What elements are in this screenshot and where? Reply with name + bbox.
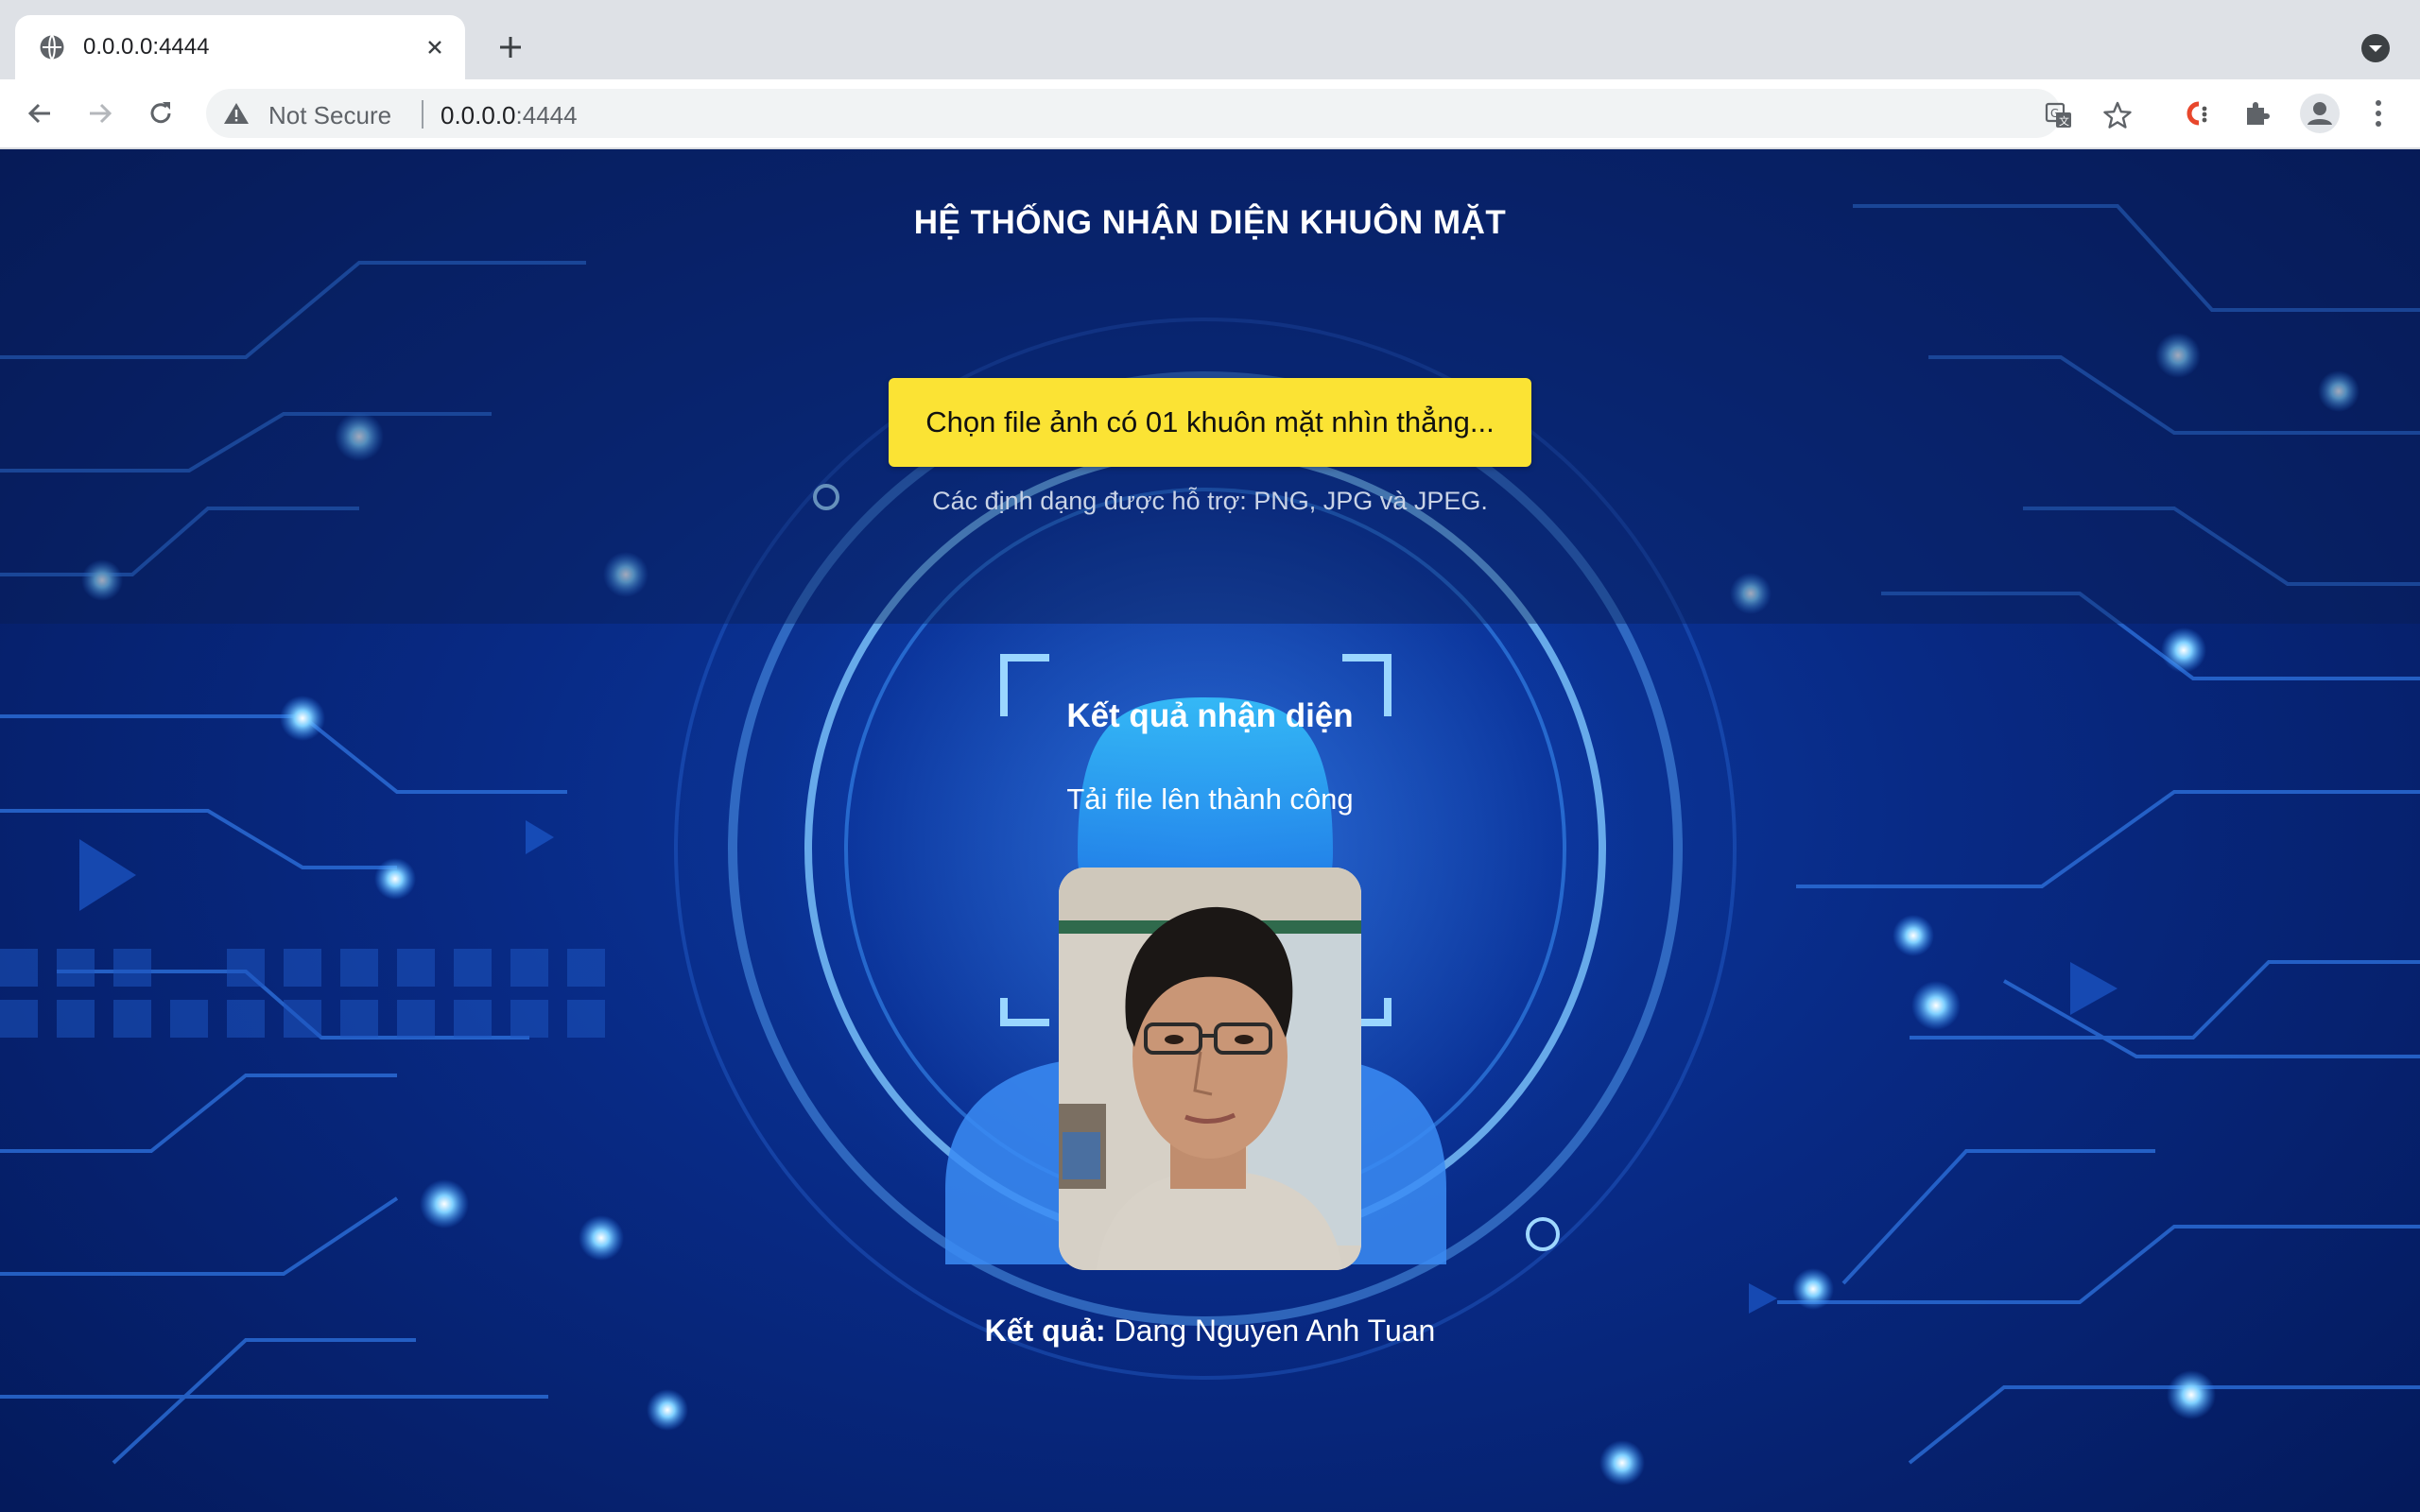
- close-icon[interactable]: [420, 32, 450, 62]
- address-bar[interactable]: Not Secure 0.0.0.0:4444 G 文: [206, 89, 2132, 138]
- puzzle-icon[interactable]: [2240, 96, 2274, 130]
- globe-icon: [40, 34, 64, 60]
- browser-tab[interactable]: 0.0.0.0:4444: [15, 15, 465, 79]
- reload-icon[interactable]: [142, 94, 180, 132]
- warning-icon[interactable]: [223, 101, 250, 126]
- back-icon[interactable]: [21, 94, 59, 132]
- forward-icon[interactable]: [81, 94, 119, 132]
- supported-formats-note: Các định dạng được hỗ trợ: PNG, JPG và J…: [932, 487, 1488, 515]
- star-icon[interactable]: [2102, 100, 2133, 130]
- extension-c-icon[interactable]: [2178, 96, 2212, 130]
- plus-icon[interactable]: [492, 28, 529, 66]
- tab-search-icon[interactable]: [2360, 32, 2392, 64]
- upload-status-message: Tải file lên thành công: [1066, 782, 1354, 816]
- result-value: Dang Nguyen Anh Tuan: [1105, 1314, 1436, 1348]
- url-text[interactable]: 0.0.0.0:4444: [441, 101, 578, 130]
- translate-icon[interactable]: G 文: [2044, 100, 2074, 130]
- address-divider: [422, 100, 424, 129]
- tab-title: 0.0.0.0:4444: [83, 34, 210, 60]
- security-label[interactable]: Not Secure: [268, 101, 391, 130]
- result-label: Kết quả:: [984, 1314, 1106, 1348]
- profile-icon[interactable]: [2299, 93, 2341, 134]
- page-content: HỆ THỐNG NHẬN DIỆN KHUÔN MẶT Chọn file ả…: [0, 149, 2420, 1512]
- uploaded-face-photo: [1059, 868, 1361, 1270]
- page-title: HỆ THỐNG NHẬN DIỆN KHUÔN MẶT: [913, 204, 1507, 241]
- recognition-result: Kết quả: Dang Nguyen Anh Tuan: [0, 1314, 2420, 1349]
- choose-file-button[interactable]: Chọn file ảnh có 01 khuôn mặt nhìn thẳng…: [889, 378, 1531, 467]
- browser-toolbar: Not Secure 0.0.0.0:4444 G 文: [0, 79, 2420, 149]
- menu-icon[interactable]: [2361, 96, 2395, 130]
- result-heading: Kết quả nhận diện: [1066, 697, 1354, 734]
- tab-strip: 0.0.0.0:4444: [0, 0, 2420, 79]
- svg-text:文: 文: [2059, 114, 2069, 128]
